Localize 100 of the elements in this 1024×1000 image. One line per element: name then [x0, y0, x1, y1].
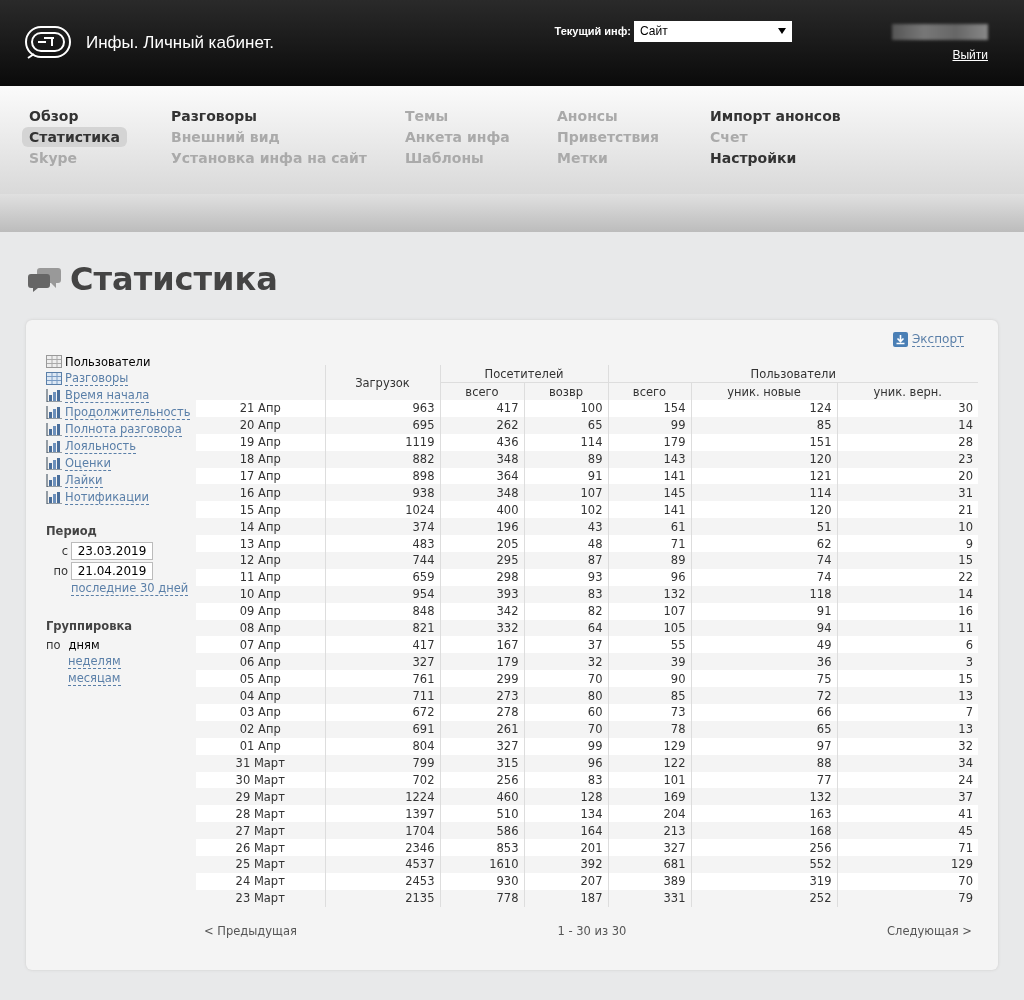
next-page-link[interactable]: Следующая > — [887, 923, 972, 938]
report-link[interactable]: Время начала — [65, 388, 150, 403]
table-cell: 799 — [325, 754, 440, 772]
table-cell: 118 — [691, 585, 837, 603]
table-cell: 315 — [440, 754, 524, 772]
nav-item[interactable]: Импорт анонсов — [703, 106, 848, 126]
table-cell: 299 — [440, 670, 524, 688]
table-cell: 134 — [524, 805, 608, 823]
nav-item[interactable]: Статистика — [22, 127, 127, 147]
table-cell: 83 — [524, 585, 608, 603]
table-cell: 120 — [691, 501, 837, 519]
table-cell: 29 Март — [196, 788, 325, 806]
table-cell: 24 Март — [196, 872, 325, 890]
table-cell: 930 — [440, 872, 524, 890]
logout-link[interactable]: Выйти — [952, 48, 988, 62]
table-cell: 13 — [837, 720, 978, 738]
table-cell: 10 Апр — [196, 585, 325, 603]
nav-item[interactable]: Настройки — [703, 148, 804, 168]
bar-chart-icon — [46, 389, 62, 402]
table-cell: 151 — [691, 433, 837, 451]
table-cell: 89 — [608, 552, 691, 569]
prev-page-link[interactable]: < Предыдущая — [204, 923, 297, 938]
table-cell: 30 Март — [196, 771, 325, 789]
table-cell: 256 — [440, 771, 524, 789]
table-cell: 252 — [691, 889, 837, 907]
grouping-option[interactable]: месяцам — [68, 671, 121, 686]
table-cell: 141 — [608, 501, 691, 519]
table-cell: 24 — [837, 771, 978, 789]
report-link[interactable]: Полнота разговора — [65, 422, 182, 437]
table-cell: 96 — [524, 754, 608, 772]
table-cell: 79 — [837, 889, 978, 907]
grouping-option[interactable]: дням — [68, 637, 100, 652]
table-cell: 15 — [837, 670, 978, 688]
table-cell: 114 — [524, 433, 608, 451]
report-link[interactable]: Продолжительность — [65, 405, 191, 420]
report-link[interactable]: Нотификации — [65, 490, 149, 505]
table-cell: 82 — [524, 602, 608, 620]
table-cell: 319 — [691, 872, 837, 890]
table-cell: 417 — [440, 400, 524, 417]
grouping-option[interactable]: неделям — [68, 654, 121, 669]
export-link[interactable]: Экспорт — [911, 332, 964, 347]
table-cell: 204 — [608, 805, 691, 823]
table-cell: 09 Апр — [196, 602, 325, 620]
report-link[interactable]: Пользователи — [65, 354, 151, 369]
table-cell: 20 Апр — [196, 416, 325, 434]
table-cell: 261 — [440, 720, 524, 738]
nav-item[interactable]: Разговоры — [164, 106, 264, 126]
column-group-header: Посетителей — [440, 365, 608, 383]
table-cell: 34 — [837, 754, 978, 772]
date-field[interactable]: 23.03.2019 — [71, 542, 153, 560]
table-cell: 882 — [325, 450, 440, 468]
table-cell: 91 — [691, 602, 837, 620]
table-cell: 778 — [440, 889, 524, 907]
table-cell: 510 — [440, 805, 524, 823]
table-cell: 55 — [608, 636, 691, 654]
table-cell: 107 — [608, 602, 691, 620]
table-cell: 99 — [608, 416, 691, 434]
table-cell: 90 — [608, 670, 691, 688]
table-cell: 1119 — [325, 433, 440, 451]
table-cell: 15 — [837, 552, 978, 569]
maze-logo-icon — [24, 24, 74, 62]
table-cell: 66 — [691, 704, 837, 721]
preset-link[interactable]: последние 30 дней — [71, 581, 189, 596]
table-cell: 25 Март — [196, 856, 325, 873]
page-title: Статистика — [70, 260, 278, 298]
table-cell: 05 Апр — [196, 670, 325, 688]
table-cell: 154 — [608, 400, 691, 417]
table-cell: 30 — [837, 400, 978, 417]
table-cell: 14 — [837, 585, 978, 603]
table-cell: 761 — [325, 670, 440, 688]
table-cell: 129 — [608, 737, 691, 755]
table-cell: 1024 — [325, 501, 440, 519]
table-cell: 20 — [837, 467, 978, 485]
report-link[interactable]: Лайки — [65, 473, 103, 488]
table-cell: 06 Апр — [196, 653, 325, 671]
table-cell: 49 — [691, 636, 837, 654]
report-link[interactable]: Разговоры — [65, 371, 129, 386]
table-cell: 963 — [325, 400, 440, 417]
table-cell: 02 Апр — [196, 720, 325, 738]
report-link[interactable]: Оценки — [65, 456, 111, 471]
table-cell: 102 — [524, 501, 608, 519]
table-cell: 898 — [325, 467, 440, 485]
table-cell: 393 — [440, 585, 524, 603]
table-cell: 85 — [691, 416, 837, 434]
table-cell: 14 Апр — [196, 518, 325, 536]
caret-icon — [778, 28, 786, 34]
table-cell: 28 Март — [196, 805, 325, 823]
download-icon — [892, 332, 908, 347]
site-dropdown[interactable]: Сайт — [634, 20, 792, 42]
table-cell: 87 — [524, 552, 608, 569]
table-cell: 124 — [691, 400, 837, 417]
table-cell: 141 — [608, 467, 691, 485]
table-cell: 295 — [440, 552, 524, 569]
table-cell: 256 — [691, 839, 837, 857]
nav-item[interactable]: Обзор — [22, 106, 86, 126]
bar-chart-icon — [46, 457, 62, 470]
table-cell: 71 — [608, 535, 691, 552]
table-cell: 08 Апр — [196, 619, 325, 637]
date-field[interactable]: 21.04.2019 — [71, 562, 153, 580]
report-link[interactable]: Лояльность — [65, 439, 137, 454]
